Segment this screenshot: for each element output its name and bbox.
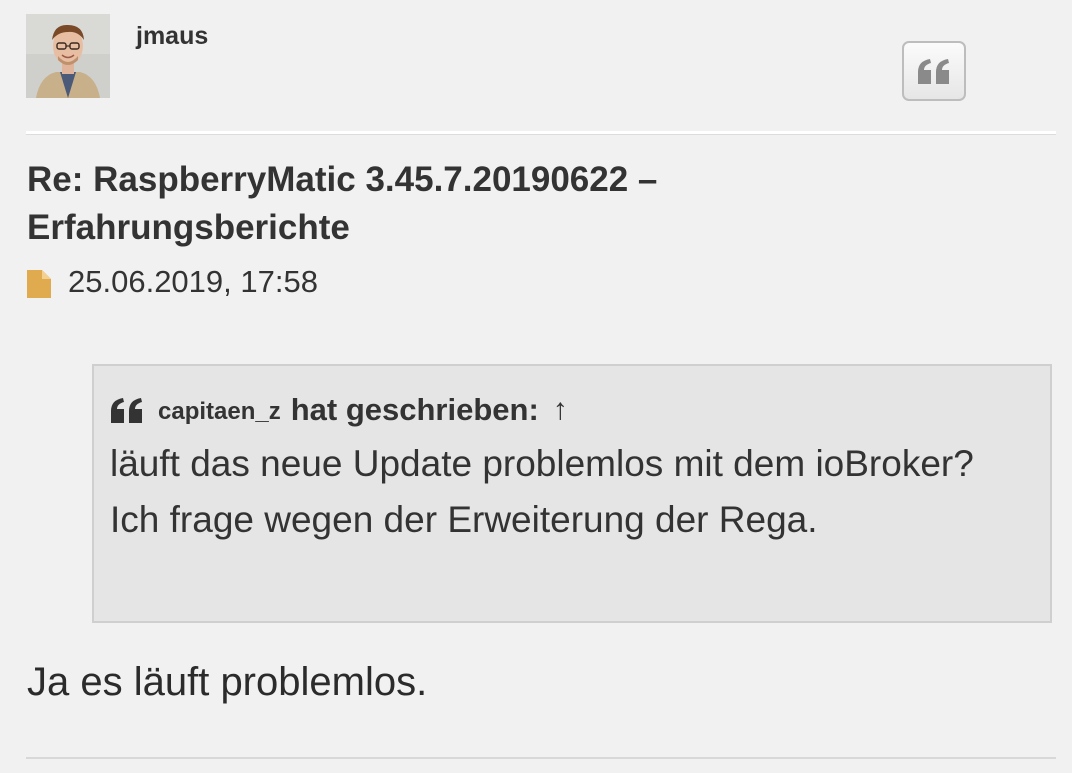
quote-block: capitaen_z hat geschrieben: ↑ läuft das …	[92, 364, 1052, 623]
quote-citation: capitaen_z hat geschrieben: ↑	[110, 388, 1034, 432]
quote-text: läuft das neue Update problemlos mit dem…	[110, 443, 974, 540]
header-divider	[26, 131, 1056, 135]
quote-button[interactable]	[902, 41, 966, 101]
post-title[interactable]: Re: RaspberryMatic 3.45.7.20190622 – Erf…	[27, 156, 927, 252]
avatar-image	[26, 14, 110, 98]
forum-post: jmaus Re: RaspberryMatic 3.45.7.20190622…	[0, 0, 1072, 773]
avatar[interactable]	[26, 14, 110, 98]
quote-icon	[918, 59, 949, 84]
quote-label: hat geschrieben:	[290, 392, 539, 427]
quote-author[interactable]: capitaen_z	[158, 398, 281, 426]
post-timestamp: 25.06.2019, 17:58	[68, 264, 318, 299]
post-body: Ja es läuft problemlos.	[27, 660, 428, 704]
post-meta: 25.06.2019, 17:58	[27, 264, 318, 300]
quote-icon	[111, 398, 142, 423]
file-icon	[27, 270, 51, 298]
footer-divider	[26, 757, 1056, 759]
jump-to-quote-arrow-icon[interactable]: ↑	[553, 393, 568, 427]
author-username[interactable]: jmaus	[136, 22, 208, 51]
